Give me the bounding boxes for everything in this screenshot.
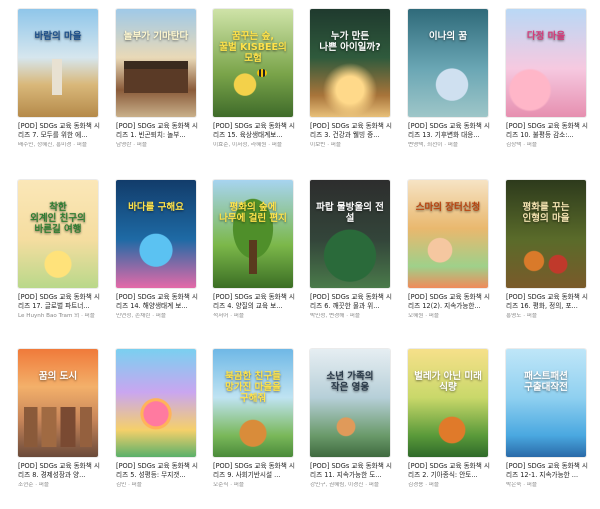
book-cover-image[interactable]: 패스트패션 구출대작전 — [506, 349, 586, 457]
cover-title-text: 소년 가족의 작은 영웅 — [326, 371, 374, 393]
book-card[interactable]: 북곰한 친구들 망가진 마을을 구해줘 [POD] SDGs 교육 동화책 시리즈… — [213, 349, 295, 489]
book-card[interactable]: 평화의 숲에 나무에 걸린 편지 [POD] SDGs 교육 동화책 시리즈 4.… — [213, 180, 295, 320]
book-author-publisher: 오순식 · 퍼플 — [213, 482, 245, 488]
book-card[interactable]: 꿈의 도시 [POD] SDGs 교육 동화책 시리즈 8. 경제성장과 양...… — [18, 349, 100, 489]
book-card[interactable]: [POD] SDGs 교육 동화책 시리즈 5. 성평등: 무지갯... 김민 ·… — [116, 349, 198, 489]
book-cover-image[interactable]: 바람의 마을 — [18, 9, 98, 117]
book-card[interactable]: 스마의 장터신청 [POD] SDGs 교육 동화책 시리즈 12(2). 지속가… — [408, 180, 490, 320]
book-title[interactable]: [POD] SDGs 교육 동화책 시리즈 2. 기아종식: 안토... — [408, 462, 490, 480]
book-title[interactable]: [POD] SDGs 교육 동화책 시리즈 10. 불평등 감소:... — [506, 122, 588, 140]
book-cover-image[interactable] — [116, 349, 196, 457]
tree-trunk-illustration — [249, 240, 257, 274]
book-cover-image[interactable]: 파랍 물방울의 전설 — [310, 180, 390, 288]
book-title[interactable]: [POD] SDGs 교육 동화책 시리즈 12(2). 지속가능한... — [408, 293, 490, 311]
book-cover-image[interactable]: 다정 마을 — [506, 9, 586, 117]
book-title[interactable]: [POD] SDGs 교육 동화책 시리즈 13. 기후변화 대응... — [408, 122, 490, 140]
book-title[interactable]: [POD] SDGs 교육 동화책 시리즈 3. 건강과 웰빙 증... — [310, 122, 392, 140]
book-cover-image[interactable]: 북곰한 친구들 망가진 마을을 구해줘 — [213, 349, 293, 457]
house-illustration — [124, 61, 188, 93]
book-card[interactable]: 놀부가 기마탄다 [POD] SDGs 교육 동화책 시리즈 1. 빈곤퇴치: 놀… — [116, 9, 198, 149]
cover-title-text: 스마의 장터신청 — [415, 202, 481, 213]
book-title[interactable]: [POD] SDGs 교육 동화책 시리즈 12-1. 지속가능한 ... — [506, 462, 588, 480]
book-card[interactable]: 누가 만든 나쁜 아이일까? [POD] SDGs 교육 동화책 시리즈 3. 건… — [310, 9, 392, 149]
book-cover-image[interactable]: 놀부가 기마탄다 — [116, 9, 196, 117]
book-card[interactable]: 꿈꾸는 숲, 꿀벌 KISBEE의 모험 [POD] SDGs 교육 동화책 시리… — [213, 9, 295, 149]
cover-title-text: 평화를 꾸는 인형의 마을 — [522, 202, 570, 224]
book-title[interactable]: [POD] SDGs 교육 동화책 시리즈 16. 평화, 정의, 포... — [506, 293, 588, 311]
cover-title-text: 벌레가 아닌 미래 식량 — [414, 371, 482, 393]
book-title[interactable]: [POD] SDGs 교육 동화책 시리즈 17. 글로벌 파트너... — [18, 293, 100, 311]
cover-title-text: 꿈의 도시 — [38, 371, 78, 382]
book-author-publisher: 석서어 · 퍼플 — [213, 313, 245, 319]
book-author-publisher: 박은숙 · 퍼플 — [506, 482, 538, 488]
cover-title-text: 꿈꾸는 숲, 꿀벌 KISBEE의 모험 — [219, 31, 287, 64]
book-author-publisher: 박민성, 변경해 · 퍼플 — [310, 313, 361, 319]
book-cover-image[interactable]: 평화의 숲에 나무에 걸린 편지 — [213, 180, 293, 288]
book-title[interactable]: [POD] SDGs 교육 동화책 시리즈 7. 모두를 위한 에... — [18, 122, 100, 140]
book-author-publisher: 이보빈 · 퍼플 — [310, 142, 342, 148]
cover-title-text: 바람의 마을 — [34, 31, 82, 42]
book-grid: 바람의 마을 [POD] SDGs 교육 동화책 시리즈 7. 모두를 위한 에.… — [0, 0, 600, 509]
book-author-publisher: 배수민, 정혜진, 홍미경 · 퍼플 — [18, 142, 88, 148]
book-card[interactable]: 이나의 꿈 [POD] SDGs 교육 동화책 시리즈 13. 기후변화 대응..… — [408, 9, 490, 149]
book-cover-image[interactable]: 바다를 구해요 — [116, 180, 196, 288]
cover-title-text: 파랍 물방울의 전설 — [316, 202, 384, 224]
book-cover-image[interactable]: 착한 외계인 친구의 바른길 여행 — [18, 180, 98, 288]
book-author-publisher: 민연정, 손채린 · 퍼플 — [116, 313, 167, 319]
cover-title-text: 북곰한 친구들 망가진 마을을 구해줘 — [225, 371, 281, 404]
book-title[interactable]: [POD] SDGs 교육 동화책 시리즈 4. 양질의 교육 보... — [213, 293, 295, 311]
book-cover-image[interactable]: 소년 가족의 작은 영웅 — [310, 349, 390, 457]
bee-icon — [257, 69, 267, 77]
book-author-publisher: 김상택 · 퍼플 — [506, 142, 538, 148]
book-card[interactable]: 평화를 꾸는 인형의 마을 [POD] SDGs 교육 동화책 시리즈 16. 평… — [506, 180, 588, 320]
book-cover-image[interactable]: 평화를 꾸는 인형의 마을 — [506, 180, 586, 288]
book-title[interactable]: [POD] SDGs 교육 동화책 시리즈 8. 경제성장과 양... — [18, 462, 100, 480]
book-cover-image[interactable]: 벌레가 아닌 미래 식량 — [408, 349, 488, 457]
book-author-publisher: 김민 · 퍼플 — [116, 482, 142, 488]
book-card[interactable]: 착한 외계인 친구의 바른길 여행 [POD] SDGs 교육 동화책 시리즈 1… — [18, 180, 100, 320]
book-title[interactable]: [POD] SDGs 교육 동화책 시리즈 14. 해양생태계 보... — [116, 293, 198, 311]
book-cover-image[interactable]: 스마의 장터신청 — [408, 180, 488, 288]
windmill-illustration — [52, 59, 62, 95]
cover-title-text: 바다를 구해요 — [128, 202, 184, 213]
cover-title-text: 누가 만든 나쁜 아이일까? — [319, 31, 381, 53]
book-author-publisher: 조현준 · 퍼플 — [18, 482, 50, 488]
city-skyline-illustration — [24, 407, 92, 447]
book-cover-image[interactable]: 이나의 꿈 — [408, 9, 488, 117]
book-title[interactable]: [POD] SDGs 교육 동화책 시리즈 15. 육상생태계보... — [213, 122, 295, 140]
book-author-publisher: 홍명도 · 퍼플 — [506, 313, 538, 319]
cover-title-text: 패스트패션 구출대작전 — [524, 371, 568, 393]
book-cover-image[interactable]: 꿈꾸는 숲, 꿀벌 KISBEE의 모험 — [213, 9, 293, 117]
cover-title-text: 다정 마을 — [526, 31, 566, 42]
book-author-publisher: 김경용 · 퍼플 — [408, 482, 440, 488]
book-card[interactable]: 소년 가족의 작은 영웅 [POD] SDGs 교육 동화책 시리즈 11. 지속… — [310, 349, 392, 489]
book-card[interactable]: 다정 마을 [POD] SDGs 교육 동화책 시리즈 10. 불평등 감소:..… — [506, 9, 588, 149]
book-author-publisher: 오혜원 · 퍼플 — [408, 313, 440, 319]
book-card[interactable]: 파랍 물방울의 전설 [POD] SDGs 교육 동화책 시리즈 6. 깨끗한 물… — [310, 180, 392, 320]
book-author-publisher: 변영택, 최선이 · 퍼플 — [408, 142, 459, 148]
book-cover-image[interactable]: 꿈의 도시 — [18, 349, 98, 457]
book-author-publisher: 남영란 · 퍼플 — [116, 142, 148, 148]
book-title[interactable]: [POD] SDGs 교육 동화책 시리즈 9. 사회기반시설 ... — [213, 462, 295, 480]
cover-title-text: 놀부가 기마탄다 — [123, 31, 189, 42]
cover-title-text: 이나의 꿈 — [428, 31, 468, 42]
book-author-publisher: 강민구, 권혜림, 이경진 · 퍼플 — [310, 482, 380, 488]
book-title[interactable]: [POD] SDGs 교육 동화책 시리즈 6. 깨끗한 물과 위... — [310, 293, 392, 311]
book-cover-image[interactable]: 누가 만든 나쁜 아이일까? — [310, 9, 390, 117]
book-card[interactable]: 패스트패션 구출대작전 [POD] SDGs 교육 동화책 시리즈 12-1. 지… — [506, 349, 588, 489]
book-author-publisher: 이효순, 이서정, 라혜원 · 퍼플 — [213, 142, 283, 148]
book-card[interactable]: 바다를 구해요 [POD] SDGs 교육 동화책 시리즈 14. 해양생태계 보… — [116, 180, 198, 320]
book-card[interactable]: 벌레가 아닌 미래 식량 [POD] SDGs 교육 동화책 시리즈 2. 기아종… — [408, 349, 490, 489]
cover-title-text: 착한 외계인 친구의 바른길 여행 — [30, 202, 86, 235]
book-card[interactable]: 바람의 마을 [POD] SDGs 교육 동화책 시리즈 7. 모두를 위한 에.… — [18, 9, 100, 149]
book-title[interactable]: [POD] SDGs 교육 동화책 시리즈 11. 지속가능한 도... — [310, 462, 392, 480]
book-title[interactable]: [POD] SDGs 교육 동화책 시리즈 5. 성평등: 무지갯... — [116, 462, 198, 480]
cover-title-text: 평화의 숲에 나무에 걸린 편지 — [219, 202, 287, 224]
book-title[interactable]: [POD] SDGs 교육 동화책 시리즈 1. 빈곤퇴치: 놀부... — [116, 122, 198, 140]
book-author-publisher: Le Huynh Bao Tram 외 · 퍼플 — [18, 313, 95, 319]
